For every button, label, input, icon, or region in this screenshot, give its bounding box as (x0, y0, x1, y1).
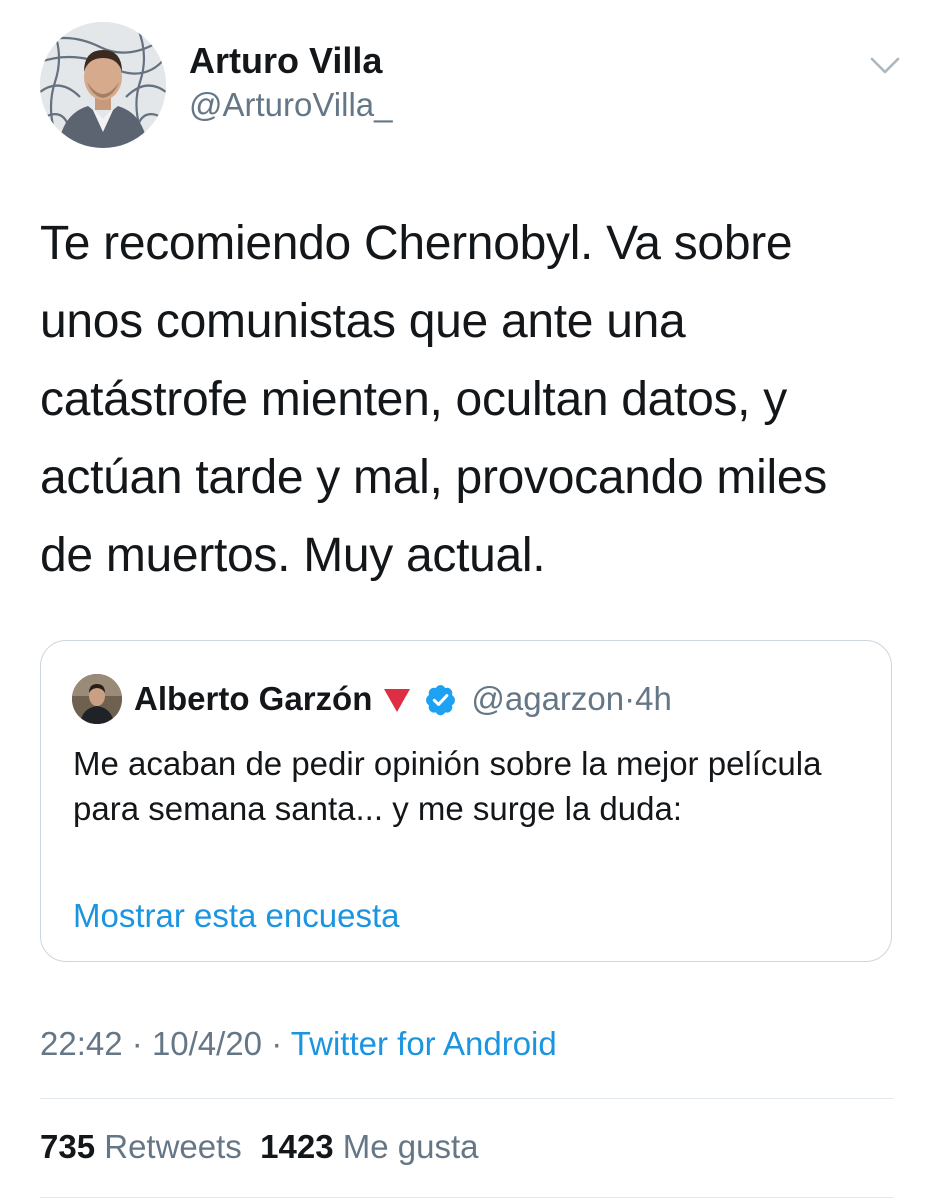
chevron-down-icon[interactable] (866, 50, 904, 80)
tweet-source-link[interactable]: Twitter for Android (291, 1025, 557, 1062)
meta-separator-1: · (131, 1025, 143, 1062)
retweets-count: 735 (40, 1128, 96, 1165)
show-poll-link[interactable]: Mostrar esta encuesta (73, 897, 400, 935)
tweet-text: Te recomiendo Chernobyl. Va sobre unos c… (40, 217, 827, 582)
likes-count: 1423 (260, 1128, 334, 1165)
quoted-handle-text: @agarzon (471, 680, 625, 717)
tweet-stats: 735 Retweets 1423 Me gusta (40, 1128, 478, 1166)
retweets-stat[interactable]: 735 Retweets (40, 1128, 242, 1165)
tweet-time[interactable]: 22:42 (40, 1025, 123, 1062)
author-name[interactable]: Arturo Villa (189, 40, 382, 82)
tweet-date[interactable]: 10/4/20 (152, 1025, 262, 1062)
quoted-handle[interactable]: @agarzon·4h (471, 680, 671, 718)
quoted-time: 4h (635, 680, 672, 717)
retweets-label: Retweets (104, 1128, 242, 1165)
quoted-text: Me acaban de pedir opinión sobre la mejo… (73, 745, 822, 827)
quoted-header: Alberto Garzón @agarzon·4h (134, 677, 672, 721)
quoted-tweet-card[interactable]: Alberto Garzón @agarzon·4h Me acaban de … (40, 640, 892, 962)
likes-label: Me gusta (342, 1128, 479, 1165)
likes-stat[interactable]: 1423 Me gusta (260, 1128, 478, 1165)
quoted-author-name[interactable]: Alberto Garzón (134, 680, 372, 718)
red-triangle-emoji (382, 684, 412, 714)
quoted-separator: · (624, 680, 636, 717)
quoted-avatar[interactable] (72, 674, 122, 724)
divider-bottom (40, 1197, 893, 1198)
author-handle[interactable]: @ArturoVilla_ (189, 86, 392, 124)
author-avatar[interactable] (40, 22, 166, 148)
divider (40, 1098, 893, 1099)
tweet-metadata: 22:42 · 10/4/20 · Twitter for Android (40, 1025, 557, 1063)
verified-badge-icon (424, 683, 457, 716)
meta-separator-2: · (271, 1025, 283, 1062)
